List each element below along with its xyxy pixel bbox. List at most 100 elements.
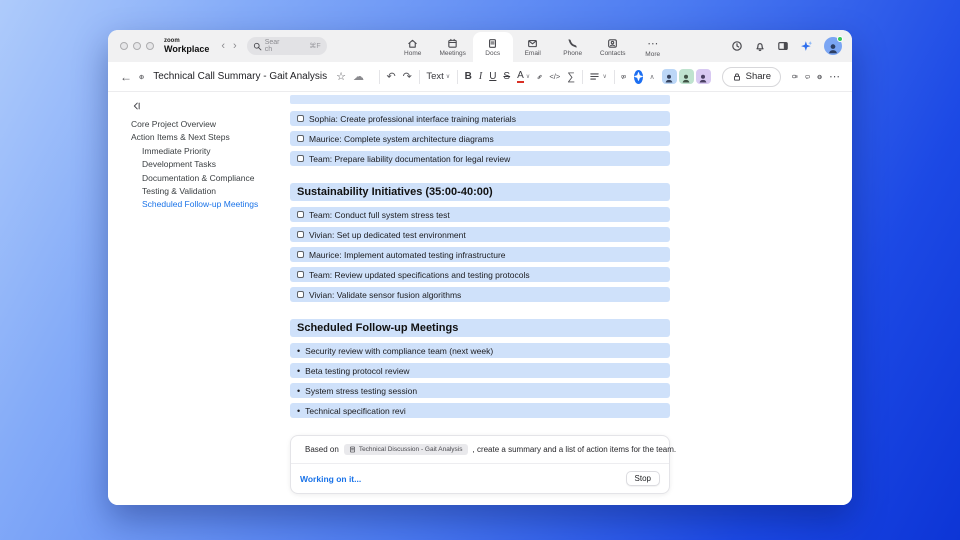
minimize-window-button[interactable] <box>133 42 141 50</box>
undo-icon[interactable]: ↶ <box>386 70 395 83</box>
outline-item-documentation-compliance[interactable]: Documentation & Compliance <box>131 172 285 185</box>
favorite-star-icon[interactable]: ☆ <box>336 70 346 83</box>
history-back-button[interactable]: ‹ <box>217 40 229 52</box>
underline-button[interactable]: U <box>489 71 496 82</box>
video-camera-icon[interactable] <box>792 70 798 83</box>
history-clock-icon[interactable] <box>731 40 743 52</box>
task-text: Team: Prepare liability documentation fo… <box>309 153 511 164</box>
task-checkbox[interactable] <box>297 211 304 218</box>
more-options-icon[interactable]: ⋯ <box>829 70 840 83</box>
phone-icon <box>568 38 577 48</box>
task-row[interactable]: Team: Review updated specifications and … <box>290 267 670 282</box>
home-icon <box>408 39 417 48</box>
link-icon[interactable] <box>537 71 542 83</box>
section-heading-sustainability: Sustainability Initiatives (35:00-40:00) <box>290 183 670 201</box>
outline-item-action-items[interactable]: Action Items & Next Steps <box>131 131 285 144</box>
nav-tab-label: Phone <box>563 49 583 57</box>
back-icon[interactable]: ← <box>120 70 132 84</box>
collaborator-avatar[interactable] <box>695 69 711 84</box>
collapse-outline-icon[interactable] <box>131 101 285 111</box>
nav-tab-phone[interactable]: Phone <box>553 32 593 62</box>
task-checkbox[interactable] <box>297 291 304 298</box>
task-text: Team: Conduct full system stress test <box>309 209 450 220</box>
bullet-row[interactable]: • Technical specification revi <box>290 403 670 418</box>
task-row[interactable]: Sophia: Create professional interface tr… <box>290 111 670 126</box>
formula-sigma-icon[interactable]: ∑ <box>567 71 575 83</box>
nav-tab-email[interactable]: Email <box>513 32 553 62</box>
bullet-row[interactable]: • Security review with compliance team (… <box>290 343 670 358</box>
nav-tab-label: More <box>645 50 661 58</box>
ai-companion-sparkle-icon[interactable] <box>800 40 813 53</box>
app-window: zoom Workplace ‹ › Search ⌘F Home Meetin… <box>108 30 852 505</box>
history-forward-button[interactable]: › <box>229 40 241 52</box>
nav-tab-label: Home <box>404 49 422 57</box>
italic-button[interactable]: I <box>479 71 482 82</box>
task-row[interactable]: Maurice: Implement automated testing inf… <box>290 247 670 262</box>
bold-button[interactable]: B <box>465 71 472 82</box>
share-button[interactable]: Share <box>721 66 781 87</box>
align-dropdown[interactable]: ∨ <box>589 71 607 82</box>
user-avatar[interactable] <box>824 36 843 55</box>
task-checkbox[interactable] <box>297 231 304 238</box>
text-color-dropdown[interactable]: A ∨ <box>517 70 530 83</box>
task-row[interactable]: Vivian: Set up dedicated test environmen… <box>290 227 670 242</box>
task-checkbox[interactable] <box>297 115 304 122</box>
nav-tab-contacts[interactable]: Contacts <box>593 32 633 62</box>
task-row[interactable]: Maurice: Complete system architecture di… <box>290 131 670 146</box>
task-checkbox[interactable] <box>297 251 304 258</box>
close-window-button[interactable] <box>120 42 128 50</box>
task-row[interactable]: Team: Prepare liability documentation fo… <box>290 151 670 166</box>
code-block-button[interactable]: </> <box>549 72 560 81</box>
nav-tab-meetings[interactable]: Meetings <box>433 32 473 62</box>
bullet-row[interactable]: • System stress testing session <box>290 383 670 398</box>
notifications-bell-icon[interactable] <box>754 40 766 52</box>
globe-icon[interactable] <box>817 71 822 83</box>
task-checkbox[interactable] <box>297 155 304 162</box>
task-text: Team: Review updated specifications and … <box>309 269 530 280</box>
maximize-window-button[interactable] <box>146 42 154 50</box>
chevron-down-icon: ∨ <box>445 74 451 80</box>
strikethrough-button[interactable]: S <box>503 71 510 82</box>
task-checkbox[interactable] <box>297 271 304 278</box>
bullet-row[interactable]: • Beta testing protocol review <box>290 363 670 378</box>
bullet-icon: • <box>297 405 301 416</box>
collaborator-avatar[interactable] <box>678 69 694 84</box>
document-canvas[interactable]: Sophia: Create professional interface tr… <box>285 92 852 505</box>
outline-item-testing-validation[interactable]: Testing & Validation <box>131 185 285 198</box>
ai-companion-button[interactable] <box>633 69 643 84</box>
more-icon: ⋯ <box>647 37 659 50</box>
nav-tab-home[interactable]: Home <box>393 32 433 62</box>
task-checkbox[interactable] <box>297 135 304 142</box>
source-document-chip[interactable]: Technical Discussion - Gait Analysis <box>343 444 468 455</box>
task-row[interactable]: Team: Conduct full system stress test <box>290 207 670 222</box>
docs-home-icon[interactable] <box>139 71 144 83</box>
contacts-icon <box>608 38 618 48</box>
bullet-icon: • <box>297 365 301 376</box>
doc-icon <box>349 446 355 453</box>
nav-tab-docs[interactable]: Docs <box>472 32 513 62</box>
bullet-text: Technical specification revi <box>305 405 406 416</box>
outline-item-core-project-overview[interactable]: Core Project Overview <box>131 118 285 131</box>
collaborator-avatar[interactable] <box>661 69 677 84</box>
doc-icon <box>489 38 497 48</box>
side-panel-icon[interactable] <box>777 40 789 52</box>
search-input[interactable]: Search ⌘F <box>246 37 327 55</box>
titlebar: zoom Workplace ‹ › Search ⌘F Home Meetin… <box>108 30 852 62</box>
stop-generation-button[interactable]: Stop <box>625 471 660 486</box>
comment-icon[interactable] <box>621 71 626 83</box>
task-row[interactable]: Vivian: Validate sensor fusion algorithm… <box>290 287 670 302</box>
outline-item-development-tasks[interactable]: Development Tasks <box>131 158 285 171</box>
nav-tab-more[interactable]: ⋯ More <box>633 32 673 62</box>
bullet-text: System stress testing session <box>305 385 418 396</box>
online-status-dot <box>837 36 843 42</box>
outline-item-scheduled-meetings[interactable]: Scheduled Follow-up Meetings <box>131 198 285 211</box>
chat-bubble-icon[interactable] <box>805 71 810 83</box>
text-color-label: A <box>517 70 524 83</box>
redo-icon[interactable]: ↷ <box>403 70 412 83</box>
text-style-dropdown[interactable]: Text ∨ <box>426 71 450 82</box>
collapse-toolbar-button[interactable]: ∧ <box>650 73 655 81</box>
nav-tab-label: Docs <box>485 49 501 57</box>
outline-item-immediate-priority[interactable]: Immediate Priority <box>131 145 285 158</box>
nav-tab-label: Email <box>524 49 541 57</box>
task-text: Sophia: Create professional interface tr… <box>309 113 516 124</box>
